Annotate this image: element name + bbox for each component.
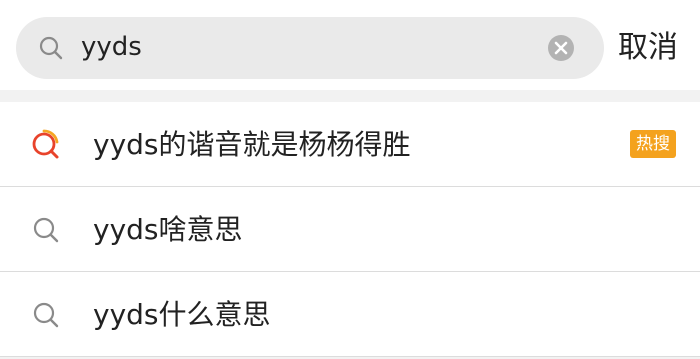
section-divider	[0, 90, 700, 102]
search-query-text[interactable]: yyds	[81, 17, 142, 79]
list-item[interactable]: yyds什么意思	[0, 272, 700, 357]
list-item-label: yyds啥意思	[93, 213, 243, 246]
hot-badge: 热搜	[630, 130, 676, 158]
list-item[interactable]: yyds啥意思	[0, 187, 700, 272]
list-item-label: yyds什么意思	[93, 298, 271, 331]
list-item-label: yyds的谐音就是杨杨得胜	[93, 128, 411, 161]
cancel-button[interactable]: 取消	[618, 17, 678, 79]
search-page: yyds 取消 yyds的谐音就是杨杨得胜 热搜 yyds啥意思 yyds什么意…	[0, 0, 700, 359]
hot-search-icon	[32, 129, 59, 159]
search-icon	[33, 302, 59, 328]
clear-icon[interactable]	[546, 33, 576, 63]
search-icon	[33, 217, 59, 243]
search-header: yyds 取消	[0, 0, 700, 90]
search-icon	[39, 36, 63, 60]
suggestion-list: yyds的谐音就是杨杨得胜 热搜 yyds啥意思 yyds什么意思	[0, 102, 700, 357]
list-item[interactable]: yyds的谐音就是杨杨得胜 热搜	[0, 102, 700, 187]
